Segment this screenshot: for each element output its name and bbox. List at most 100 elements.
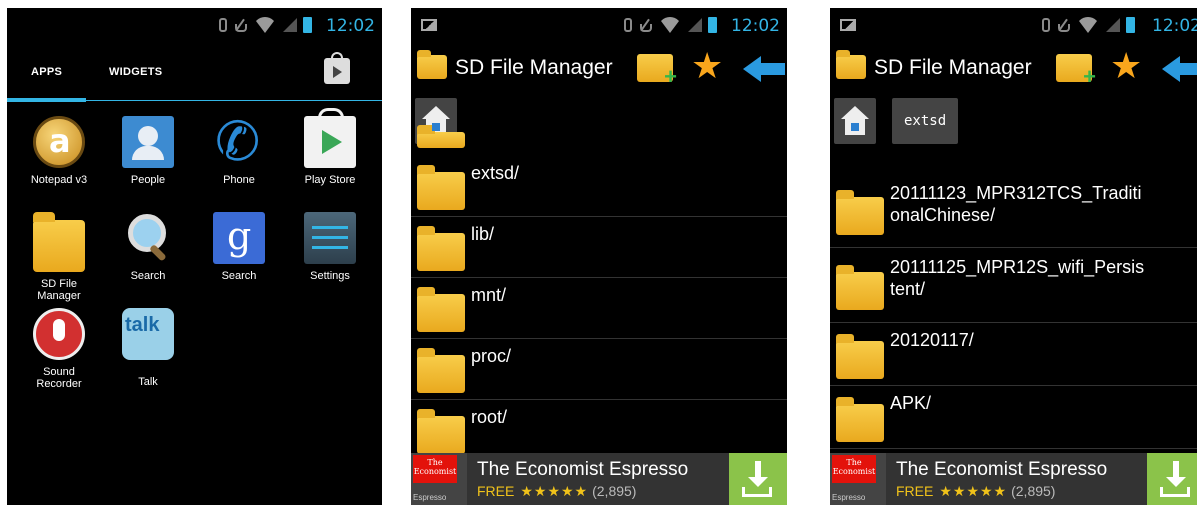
file-manager-root-screen: 12:02 SD File Manager ★ extsd/ lib/ mnt/… bbox=[411, 8, 787, 505]
action-bar: SD File Manager ★ bbox=[411, 42, 787, 94]
new-folder-icon[interactable] bbox=[637, 54, 677, 90]
status-icons bbox=[624, 17, 717, 33]
star-icon[interactable]: ★ bbox=[691, 48, 723, 84]
folder-icon bbox=[836, 334, 884, 379]
bluetooth-icon bbox=[1042, 18, 1050, 32]
gallery-notification-icon bbox=[421, 19, 437, 31]
clock: 12:02 bbox=[1152, 16, 1197, 36]
folder-icon bbox=[33, 212, 85, 272]
new-folder-icon[interactable] bbox=[1056, 54, 1096, 90]
economist-brand: The Economist bbox=[413, 455, 457, 483]
ad-details: FREE ★★★★★ (2,895) bbox=[896, 483, 1055, 500]
ad-title: The Economist Espresso bbox=[896, 459, 1108, 480]
folder-icon bbox=[417, 287, 465, 332]
download-icon bbox=[742, 487, 772, 497]
tab-apps[interactable]: APPS bbox=[31, 66, 62, 78]
list-item-partial bbox=[411, 125, 787, 156]
file-name: lib/ bbox=[471, 224, 495, 244]
path-bar: extsd bbox=[830, 96, 1197, 152]
list-item[interactable]: APK/ bbox=[830, 386, 1197, 449]
play-store-shortcut-icon[interactable] bbox=[324, 52, 350, 84]
app-label: Search bbox=[221, 270, 257, 282]
app-sound-recorder[interactable]: Sound Recorder bbox=[13, 308, 105, 390]
vibrate-mute-icon bbox=[1056, 18, 1070, 32]
download-button[interactable] bbox=[1147, 453, 1197, 505]
file-name: 20111123_MPR312TCS_Traditi onalChinese/ bbox=[890, 183, 1142, 225]
file-name: 20120117/ bbox=[890, 330, 974, 350]
app-talk[interactable]: Talk bbox=[102, 308, 194, 388]
list-item[interactable]: 20111125_MPR12S_wifi_Persis tent/ bbox=[830, 248, 1197, 323]
brand-line-1: The bbox=[427, 458, 443, 467]
rating-count: (2,895) bbox=[592, 483, 637, 499]
settings-icon bbox=[304, 212, 356, 264]
wifi-icon bbox=[253, 17, 277, 33]
file-name: 20111125_MPR12S_wifi_Persis tent/ bbox=[890, 257, 1145, 299]
google-search-icon bbox=[213, 212, 265, 264]
app-title: SD File Manager bbox=[874, 56, 1032, 79]
rating-stars: ★★★★★ bbox=[939, 483, 1008, 499]
app-settings[interactable]: Settings bbox=[284, 212, 376, 282]
rating-stars: ★★★★★ bbox=[520, 483, 589, 499]
app-label: Settings bbox=[310, 270, 350, 282]
app-sd-file-manager[interactable]: SD File Manager bbox=[13, 212, 105, 302]
file-name: mnt/ bbox=[471, 285, 507, 305]
economist-logo: The Economist Espresso bbox=[830, 453, 886, 505]
ad-details: FREE ★★★★★ (2,895) bbox=[477, 483, 636, 500]
clock: 12:02 bbox=[326, 16, 375, 36]
wifi-icon bbox=[658, 17, 682, 33]
back-arrow-icon[interactable] bbox=[743, 56, 785, 82]
ad-price: FREE bbox=[477, 483, 515, 499]
home-icon bbox=[851, 123, 859, 131]
file-name: root/ bbox=[471, 407, 508, 427]
tab-indicator bbox=[7, 98, 86, 102]
file-manager-extsd-screen: 12:02 SD File Manager ★ extsd 20111123_M… bbox=[830, 8, 1197, 505]
notepad-icon bbox=[33, 116, 85, 168]
app-phone[interactable]: Phone bbox=[193, 110, 285, 186]
bluetooth-icon bbox=[624, 18, 632, 32]
brand-line-1: The bbox=[846, 458, 862, 467]
app-play-store[interactable]: Play Store bbox=[284, 108, 376, 186]
ad-banner[interactable]: The Economist Espresso The Economist Espr… bbox=[830, 453, 1197, 505]
download-button[interactable] bbox=[729, 453, 787, 505]
app-search[interactable]: Search bbox=[102, 212, 194, 282]
list-item[interactable]: extsd/ bbox=[411, 156, 787, 217]
app-label: Phone bbox=[223, 174, 255, 186]
list-item[interactable]: 20120117/ bbox=[830, 323, 1197, 386]
ad-banner[interactable]: The Economist Espresso The Economist Espr… bbox=[411, 453, 787, 505]
status-icons bbox=[219, 17, 312, 33]
list-item[interactable]: mnt/ bbox=[411, 278, 787, 339]
gallery-notification-icon bbox=[840, 19, 856, 31]
list-item[interactable]: 20111123_MPR312TCS_Traditi onalChinese/ bbox=[830, 170, 1197, 248]
signal-icon bbox=[688, 18, 702, 32]
file-name: extsd/ bbox=[471, 163, 520, 183]
app-label: Play Store bbox=[304, 174, 356, 186]
bluetooth-icon bbox=[219, 18, 227, 32]
list-item[interactable]: lib/ bbox=[411, 217, 787, 278]
action-bar: SD File Manager ★ bbox=[830, 42, 1197, 94]
back-arrow-icon[interactable] bbox=[1162, 56, 1197, 82]
app-google-search[interactable]: Search bbox=[193, 212, 285, 282]
economist-brand: The Economist bbox=[832, 455, 876, 483]
home-button[interactable] bbox=[834, 98, 876, 144]
app-label: People bbox=[130, 174, 166, 186]
brand-line-2: Economist bbox=[413, 467, 457, 476]
wifi-icon bbox=[1076, 17, 1100, 33]
folder-icon bbox=[417, 409, 465, 454]
list-item[interactable]: root/ bbox=[411, 400, 787, 461]
file-name: APK/ bbox=[890, 393, 932, 413]
app-notepad[interactable]: Notepad v3 bbox=[13, 116, 105, 186]
home-icon bbox=[432, 123, 440, 131]
folder-icon bbox=[417, 348, 465, 393]
app-label: Notepad v3 bbox=[30, 174, 88, 186]
star-icon[interactable]: ★ bbox=[1110, 48, 1142, 84]
list-item[interactable]: proc/ bbox=[411, 339, 787, 400]
battery-icon bbox=[708, 17, 717, 33]
path-segment-button[interactable]: extsd bbox=[892, 98, 959, 144]
vibrate-mute-icon bbox=[233, 18, 247, 32]
app-title: SD File Manager bbox=[455, 56, 613, 79]
app-label: Sound Recorder bbox=[36, 366, 82, 390]
app-people[interactable]: People bbox=[102, 116, 194, 186]
brand-sub: Espresso bbox=[832, 493, 866, 502]
tab-widgets[interactable]: WIDGETS bbox=[109, 66, 162, 78]
ad-price: FREE bbox=[896, 483, 934, 499]
